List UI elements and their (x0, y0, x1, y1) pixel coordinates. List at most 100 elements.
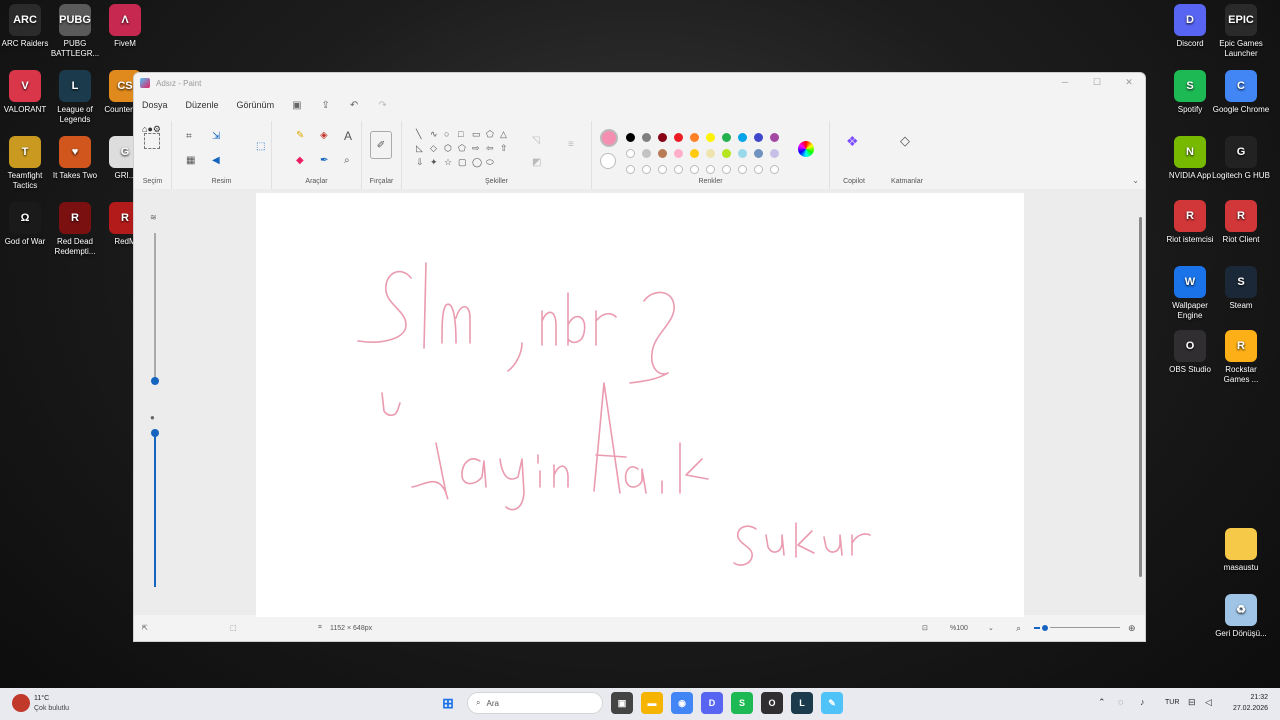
fill-icon[interactable]: ◈ (320, 130, 328, 141)
palette-color-swatch[interactable] (754, 133, 763, 142)
image-select-icon[interactable]: ⬚ (256, 141, 265, 152)
size-slider-track[interactable] (154, 233, 156, 383)
shape-option-icon[interactable]: ⇩ (416, 157, 424, 168)
shape-option-icon[interactable]: ▢ (458, 157, 467, 168)
brush-icon[interactable]: ✐ (370, 131, 392, 159)
desktop-icon[interactable]: W Wallpaper Engine (1161, 266, 1219, 321)
palette-color-swatch[interactable] (722, 149, 731, 158)
shape-option-icon[interactable]: ╲ (416, 129, 421, 140)
palette-color-swatch[interactable] (690, 149, 699, 158)
desktop-icon[interactable]: Λ FiveM (96, 4, 154, 49)
scrollbar-thumb[interactable] (1139, 217, 1142, 577)
shape-option-icon[interactable]: □ (458, 129, 463, 139)
secondary-color-swatch[interactable] (600, 153, 616, 169)
close-button[interactable]: ✕ (1113, 73, 1145, 91)
custom-color-slot[interactable] (722, 165, 731, 174)
start-icon[interactable]: ⊞ (437, 692, 459, 714)
palette-color-swatch[interactable] (738, 149, 747, 158)
desktop-icon[interactable]: R Riot istemcisi (1161, 200, 1219, 245)
vertical-scrollbar[interactable] (1137, 191, 1143, 613)
desktop-icon[interactable]: S Spotify (1161, 70, 1219, 115)
shape-option-icon[interactable]: ▭ (472, 129, 481, 140)
grid-icon[interactable]: ▦ (186, 155, 195, 166)
desktop-icon[interactable]: R Rockstar Games ... (1212, 330, 1270, 385)
text-icon[interactable]: A (344, 129, 352, 143)
desktop-icon[interactable]: C Google Chrome (1212, 70, 1270, 115)
clock-time[interactable]: 21:32 (1230, 694, 1268, 701)
shape-option-icon[interactable]: ◺ (416, 143, 423, 154)
chrome-icon[interactable]: ◉ (671, 692, 693, 714)
custom-color-slot[interactable] (626, 165, 635, 174)
desktop-icon[interactable]: O OBS Studio (1161, 330, 1219, 375)
opacity-slider-track[interactable] (154, 431, 156, 587)
custom-color-slot[interactable] (770, 165, 779, 174)
weather-icon[interactable] (12, 694, 30, 712)
palette-color-swatch[interactable] (690, 133, 699, 142)
taskbar-search[interactable]: ⌕ Ara (467, 692, 603, 714)
menu-edit[interactable]: Düzenle (186, 100, 219, 110)
palette-color-swatch[interactable] (674, 149, 683, 158)
palette-color-swatch[interactable] (674, 133, 683, 142)
desktop-icon[interactable]: EPIC Epic Games Launcher (1212, 4, 1270, 59)
minimize-button[interactable]: ─ (1049, 73, 1081, 91)
zoom-out-icon[interactable]: ⌕ (1016, 623, 1021, 634)
zoom-level[interactable]: %100 (950, 625, 968, 632)
shape-option-icon[interactable]: ◇ (430, 143, 437, 154)
primary-color-swatch[interactable] (600, 129, 618, 147)
pencil-icon[interactable]: ✎ (296, 130, 304, 141)
shape-option-icon[interactable]: ✦ (430, 157, 438, 168)
fit-screen-icon[interactable]: ⊡ (922, 624, 928, 632)
language-indicator[interactable]: TUR (1165, 699, 1179, 706)
palette-color-swatch[interactable] (722, 133, 731, 142)
shape-option-icon[interactable]: ⇨ (472, 143, 480, 154)
color-picker-icon[interactable]: ✒ (320, 155, 328, 166)
layers-icon[interactable]: ◇ (900, 133, 910, 149)
menu-view[interactable]: Görünüm (237, 100, 275, 110)
selection-icon[interactable] (144, 133, 160, 149)
shape-option-icon[interactable]: ◯ (472, 157, 482, 168)
paint-taskbar-icon[interactable]: ✎ (821, 692, 843, 714)
shape-option-icon[interactable]: ∿ (430, 129, 438, 140)
desktop-icon[interactable]: R Riot Client (1212, 200, 1270, 245)
palette-color-swatch[interactable] (770, 133, 779, 142)
custom-color-slot[interactable] (674, 165, 683, 174)
shape-option-icon[interactable]: ⇦ (486, 143, 494, 154)
spotify-icon[interactable]: S (731, 692, 753, 714)
desktop-icon[interactable]: G Logitech G HUB (1212, 136, 1270, 181)
ribbon-collapse-icon[interactable]: ⌄ (1132, 176, 1139, 185)
custom-color-slot[interactable] (738, 165, 747, 174)
rotate-icon[interactable]: ◀ (212, 155, 220, 166)
palette-color-swatch[interactable] (754, 149, 763, 158)
save-icon[interactable]: ▣ (292, 100, 301, 111)
obs-icon[interactable]: O (761, 692, 783, 714)
shape-option-icon[interactable]: ⬭ (486, 157, 494, 168)
custom-color-slot[interactable] (690, 165, 699, 174)
league-icon[interactable]: L (791, 692, 813, 714)
shape-option-icon[interactable]: ⬠ (486, 129, 494, 140)
palette-color-swatch[interactable] (626, 149, 635, 158)
custom-color-slot[interactable] (642, 165, 651, 174)
eraser-icon[interactable]: ◆ (296, 155, 304, 166)
redo-icon[interactable]: ↷ (378, 100, 386, 111)
desktop-icon[interactable]: N NVIDIA App (1161, 136, 1219, 181)
palette-color-swatch[interactable] (642, 149, 651, 158)
network-icon[interactable]: ⊟ (1188, 697, 1196, 708)
palette-color-swatch[interactable] (642, 133, 651, 142)
tray-chevron-icon[interactable]: ⌃ (1098, 697, 1106, 708)
drawing-canvas[interactable] (256, 193, 1024, 617)
maximize-button[interactable]: ☐ (1081, 73, 1113, 91)
desktop-icon[interactable]: S Steam (1212, 266, 1270, 311)
shape-option-icon[interactable]: ⇧ (500, 143, 508, 154)
palette-color-swatch[interactable] (706, 149, 715, 158)
palette-color-swatch[interactable] (658, 149, 667, 158)
edit-colors-icon[interactable] (798, 141, 814, 157)
custom-color-slot[interactable] (658, 165, 667, 174)
share-icon[interactable]: ⇪ (322, 100, 330, 111)
desktop-icon[interactable]: D Discord (1161, 4, 1219, 49)
palette-color-swatch[interactable] (658, 133, 667, 142)
shape-option-icon[interactable]: △ (500, 129, 507, 140)
palette-color-swatch[interactable] (770, 149, 779, 158)
volume-icon[interactable]: ◁ (1205, 697, 1212, 708)
shape-option-icon[interactable]: ☆ (444, 157, 452, 168)
menu-file[interactable]: Dosya (142, 100, 168, 110)
